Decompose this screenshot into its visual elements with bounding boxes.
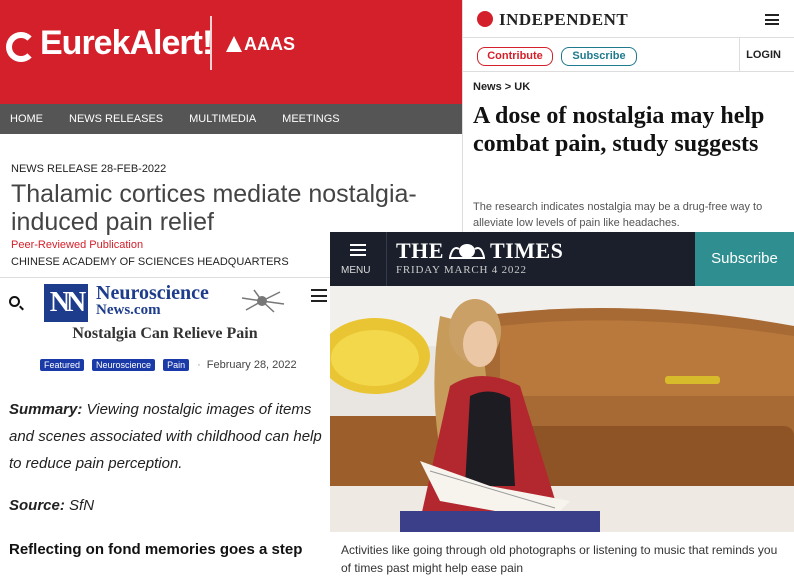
nav-multimedia[interactable]: MULTIMEDIA — [189, 113, 256, 125]
neuron-icon — [241, 289, 285, 313]
photo-caption: Activities like going through old photog… — [341, 543, 778, 575]
summary-label: Summary: — [9, 401, 83, 418]
tag-featured[interactable]: Featured — [40, 359, 85, 371]
subscribe-button[interactable]: Subscribe — [561, 47, 637, 66]
menu-label[interactable]: MENU — [341, 265, 370, 276]
independent-masthead: INDEPENDENT — [463, 0, 794, 38]
eurekalert-header: EurekAlert! AAAS — [0, 0, 466, 104]
independent-action-bar: Contribute Subscribe LOGIN — [463, 38, 794, 72]
eurekalert-headline: Thalamic cortices mediate nostalgia-indu… — [11, 180, 417, 236]
date-separator: · — [197, 359, 201, 371]
nav-news-releases[interactable]: NEWS RELEASES — [69, 113, 163, 125]
source-label: Source: — [9, 497, 65, 514]
aaas-label: AAAS — [244, 34, 296, 54]
eurekalert-nav: HOME NEWS RELEASES MULTIMEDIA MEETINGS — [0, 104, 466, 134]
lead-paragraph: Reflecting on fond memories goes a step — [9, 541, 303, 558]
breadcrumb[interactable]: News > UK — [473, 81, 530, 93]
subscribe-button[interactable]: Subscribe — [695, 232, 794, 286]
times-logo[interactable]: THE TIMES — [396, 238, 563, 264]
nav-meetings[interactable]: MEETINGS — [282, 113, 339, 125]
menu-icon[interactable] — [350, 244, 366, 256]
hamburger-menu-icon[interactable] — [311, 289, 327, 302]
royal-crest-icon — [448, 244, 485, 259]
article-photo — [330, 286, 794, 532]
independent-panel: INDEPENDENT Contribute Subscribe LOGIN N… — [462, 0, 794, 232]
login-divider — [739, 38, 740, 72]
nav-home[interactable]: HOME — [10, 113, 43, 125]
summary: Summary: Viewing nostalgic images of ite… — [9, 396, 329, 477]
neuroscience-domain: News.com — [96, 302, 161, 318]
neuroscience-title: Nostalgia Can Relieve Pain — [72, 325, 258, 342]
tag-neuroscience[interactable]: Neuroscience — [92, 359, 156, 371]
logo-divider — [210, 16, 212, 70]
eurekalert-swirl-icon — [6, 32, 36, 62]
neuroscience-panel: NN Neuroscience News.com Nostalgia Can R… — [0, 277, 330, 577]
independent-standfirst: The research indicates nostalgia may be … — [473, 201, 763, 229]
menu-divider — [386, 232, 387, 286]
tag-pain[interactable]: Pain — [163, 359, 190, 371]
tag-list: Featured Neuroscience Pain · February 28… — [40, 359, 297, 371]
source-text: SfN — [64, 497, 95, 514]
source: Source: SfN — [9, 497, 94, 514]
release-date: NEWS RELEASE 28-FEB-2022 — [11, 163, 167, 175]
times-date: FRIDAY MARCH 4 2022 — [396, 264, 527, 276]
independent-logo[interactable]: INDEPENDENT — [499, 10, 628, 30]
nn-logo[interactable]: NN — [44, 284, 88, 322]
times-header: MENU THE TIMES FRIDAY MARCH 4 2022 Subscr… — [330, 232, 794, 286]
aaas-triangle-icon — [226, 36, 242, 52]
search-icon[interactable] — [9, 296, 20, 307]
publish-date: February 28, 2022 — [206, 359, 297, 371]
hamburger-menu-icon[interactable] — [765, 14, 779, 25]
contribute-button[interactable]: Contribute — [477, 47, 553, 66]
eurekalert-logo[interactable]: EurekAlert! — [40, 24, 213, 63]
eagle-icon — [477, 11, 493, 27]
institution-name: CHINESE ACADEMY OF SCIENCES HEADQUARTERS — [11, 256, 289, 268]
login-button[interactable]: LOGIN — [746, 49, 781, 61]
independent-headline: A dose of nostalgia may help combat pain… — [473, 103, 765, 157]
aaas-logo[interactable]: AAAS — [226, 34, 295, 55]
times-brand-right: TIMES — [489, 238, 564, 263]
times-panel: MENU THE TIMES FRIDAY MARCH 4 2022 Subscr… — [330, 232, 794, 577]
peer-reviewed-link[interactable]: Peer-Reviewed Publication — [11, 239, 143, 251]
times-brand-left: THE — [396, 238, 444, 263]
